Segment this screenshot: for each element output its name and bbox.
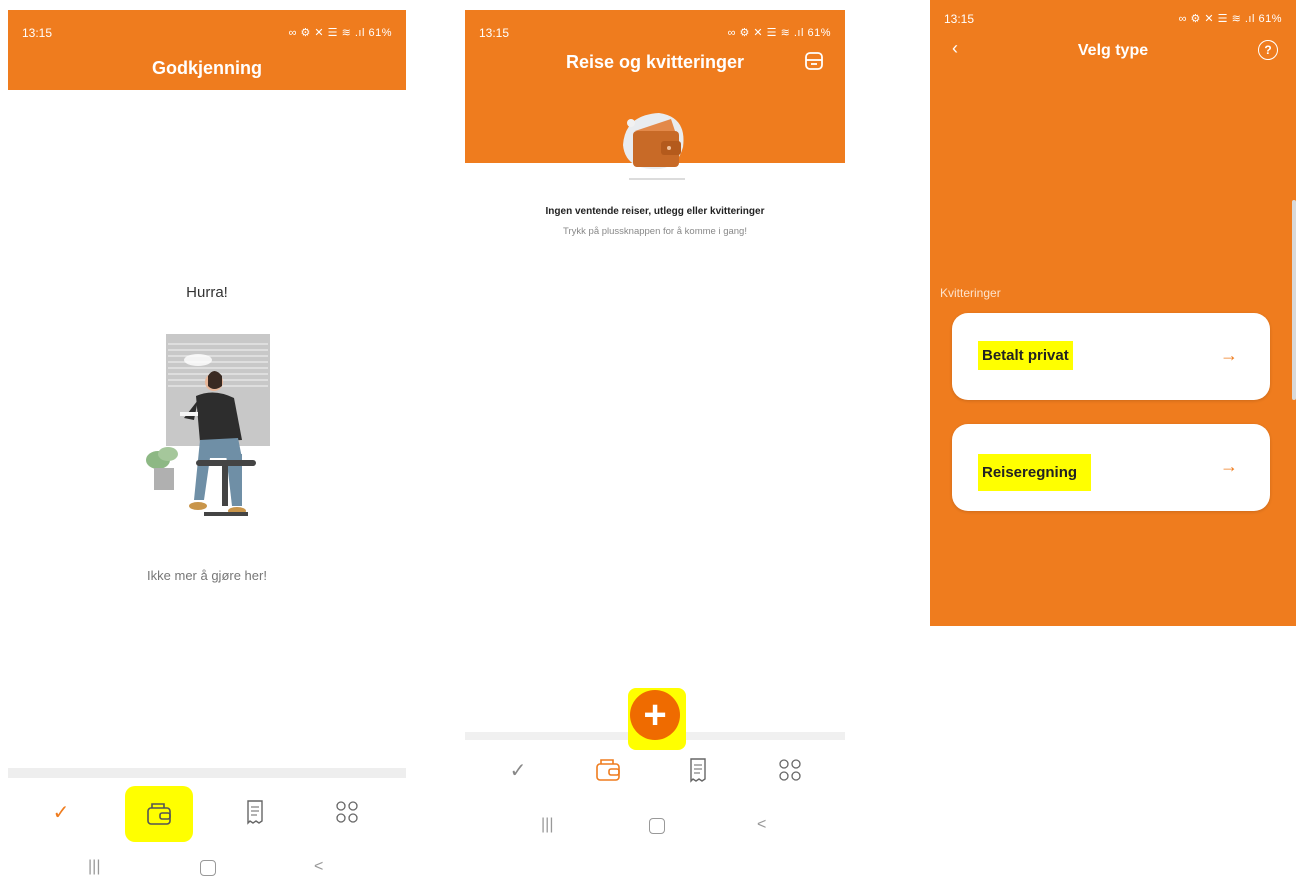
empty-state-title: Ingen ventende reiser, utlegg eller kvit… — [545, 206, 765, 217]
wallet-illustration — [623, 113, 685, 180]
system-home-button[interactable] — [649, 818, 665, 834]
system-back-button[interactable]: < — [757, 816, 766, 834]
status-icons: ∞ ⚙ ✕ ☰ ≋ .ıl 61% — [727, 27, 831, 39]
status-icons: ∞ ⚙ ✕ ☰ ≋ .ıl 61% — [1178, 13, 1282, 25]
approvals-check-icon: ✓ — [52, 801, 70, 824]
status-bar: 13:15 ∞ ⚙ ✕ ☰ ≋ .ıl 61% — [465, 10, 845, 42]
section-label: Kvitteringer — [940, 286, 1001, 300]
apps-grid-icon — [336, 801, 358, 823]
nav-tab-travel[interactable] — [125, 786, 193, 842]
page-title: Godkjenning — [152, 58, 262, 78]
status-icons: ∞ ⚙ ✕ ☰ ≋ .ıl 61% — [288, 27, 392, 39]
nav-tab-approvals[interactable]: ✓ — [493, 750, 543, 790]
person-on-chair-illustration — [146, 334, 270, 516]
nav-tab-travel[interactable] — [583, 750, 633, 790]
system-back-button[interactable]: < — [314, 858, 323, 876]
status-time: 13:15 — [479, 26, 510, 40]
nav-tab-approvals[interactable]: ✓ — [36, 792, 86, 832]
help-button[interactable]: ? — [1258, 40, 1278, 60]
status-bar: 13:15 ∞ ⚙ ✕ ☰ ≋ .ıl 61% — [8, 10, 406, 42]
receipt-icon — [690, 758, 706, 783]
status-bar: 13:15 ∞ ⚙ ✕ ☰ ≋ .ıl 61% — [930, 0, 1296, 32]
empty-state-message: Ikke mer å gjøre her! — [147, 568, 267, 583]
option-card-reiseregning[interactable]: Reiseregning → — [952, 424, 1270, 511]
screen-choose-type: 13:15 ∞ ⚙ ✕ ☰ ≋ .ıl 61% ‹ Velg type ? Kv… — [930, 0, 1296, 626]
nav-tab-more[interactable] — [765, 750, 815, 790]
nav-tab-receipts[interactable] — [230, 792, 280, 832]
empty-state-subtitle: Trykk på plussknappen for å komme i gang… — [563, 226, 747, 237]
wallet-icon — [596, 759, 620, 781]
arrow-right-icon: → — [1220, 456, 1238, 476]
help-icon: ? — [1264, 43, 1272, 57]
page-title: Velg type — [1077, 42, 1149, 59]
approvals-check-icon: ✓ — [509, 759, 527, 782]
screen-travel-receipts: 13:15 ∞ ⚙ ✕ ☰ ≋ .ıl 61% Reise og kvitter… — [465, 10, 845, 877]
scroll-indicator — [1292, 200, 1296, 400]
option-label: Reiseregning — [978, 454, 1092, 491]
status-time: 13:15 — [944, 12, 975, 26]
add-button[interactable]: + — [630, 690, 680, 740]
option-card-betalt-privat[interactable]: Betalt privat → — [952, 313, 1270, 400]
apps-grid-icon — [779, 759, 801, 781]
archive-button[interactable] — [803, 50, 827, 74]
system-home-button[interactable] — [200, 860, 216, 876]
archive-icon — [805, 52, 823, 70]
receipt-icon — [247, 800, 263, 825]
system-recent-button[interactable]: ||| — [541, 816, 553, 834]
wallet-icon — [147, 803, 171, 825]
nav-divider — [8, 768, 406, 778]
nav-tab-receipts[interactable] — [673, 750, 723, 790]
system-recent-button[interactable]: ||| — [88, 858, 100, 876]
plus-icon: + — [643, 693, 667, 737]
status-time: 13:15 — [22, 26, 53, 40]
page-title: Reise og kvitteringer — [565, 52, 745, 72]
nav-tab-more[interactable] — [322, 792, 372, 832]
arrow-right-icon: → — [1220, 345, 1238, 365]
screen-approvals: 13:15 ∞ ⚙ ✕ ☰ ≋ .ıl 61% Godkjenning Hurr… — [8, 10, 406, 877]
success-heading: Hurra! — [186, 284, 228, 301]
option-label: Betalt privat — [978, 341, 1073, 370]
